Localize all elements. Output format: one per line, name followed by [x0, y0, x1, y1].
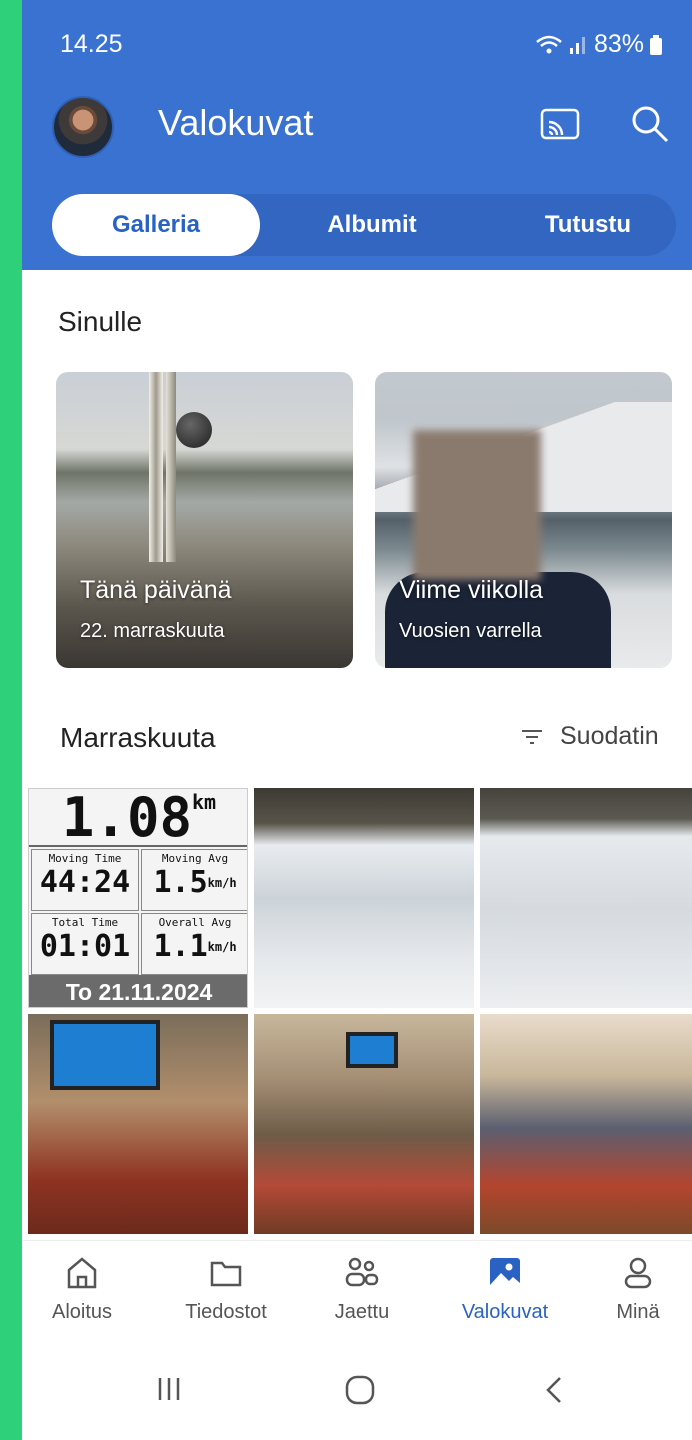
- blurred-face: [413, 430, 541, 580]
- photo-tree: [149, 372, 163, 562]
- recent-apps-icon[interactable]: [154, 1374, 184, 1404]
- tab-explore[interactable]: Tutustu: [500, 194, 676, 256]
- filter-icon: [522, 729, 542, 744]
- gps-distance: 1.08km: [29, 789, 247, 847]
- gps-date: To 21.11.2024: [29, 975, 247, 1007]
- memory-card-title: Tänä päivänä: [80, 576, 232, 604]
- wifi-icon: [536, 35, 562, 53]
- battery-percent: 83%: [593, 30, 644, 58]
- nav-home[interactable]: Aloitus: [22, 1255, 142, 1324]
- nav-label: Minä: [616, 1301, 660, 1323]
- memory-card-today[interactable]: Tänä päivänä 22. marraskuuta: [56, 372, 353, 668]
- nav-label: Valokuvat: [461, 1301, 549, 1323]
- status-time: 14.25: [60, 30, 123, 58]
- tab-gallery[interactable]: Galleria: [52, 194, 260, 256]
- nav-files[interactable]: Tiedostot: [166, 1255, 286, 1324]
- photo-tree: [166, 372, 176, 562]
- photo-thumbnail[interactable]: [480, 1014, 692, 1234]
- projector-screen: [346, 1032, 398, 1068]
- section-title-month: Marraskuuta: [60, 722, 216, 753]
- gps-stat: Moving Avg 1.5km/h: [141, 849, 247, 911]
- tab-bar: Galleria Albumit Tutustu: [52, 194, 676, 256]
- profile-icon: [624, 1257, 652, 1289]
- folder-icon: [210, 1261, 242, 1287]
- page-title: Valokuvat: [158, 102, 314, 143]
- memory-card-last-week[interactable]: Viime viikolla Vuosien varrella: [375, 372, 672, 668]
- nav-label: Aloitus: [51, 1301, 113, 1323]
- home-button-icon[interactable]: [344, 1374, 376, 1406]
- memory-card-subtitle: Vuosien varrella: [399, 620, 542, 642]
- nav-photos[interactable]: Valokuvat: [440, 1255, 570, 1324]
- photo-thumbnail[interactable]: [254, 788, 474, 1008]
- bottom-navigation: Aloitus Tiedostot Jaettu Valokuvat Minä: [22, 1240, 692, 1350]
- photo-thumbnail[interactable]: [480, 788, 692, 1008]
- gps-stat: Overall Avg 1.1km/h: [141, 913, 247, 975]
- phone-screen: 14.25 83% Valokuvat Galleria Albumit Tut…: [22, 0, 692, 1440]
- photo-thumbnail[interactable]: [254, 1014, 474, 1234]
- status-indicators: 83%: [536, 30, 662, 59]
- avatar[interactable]: [52, 96, 114, 158]
- photo-ball: [176, 412, 212, 448]
- app-header: 14.25 83% Valokuvat Galleria Albumit Tut…: [22, 0, 692, 270]
- home-icon: [67, 1257, 97, 1289]
- nav-label: Jaettu: [334, 1301, 390, 1323]
- photo-thumbnail[interactable]: 1.08km Moving Time 44:24 Moving Avg 1.5k…: [28, 788, 248, 1008]
- back-icon[interactable]: [542, 1374, 566, 1406]
- search-icon[interactable]: [630, 104, 670, 144]
- memory-card-subtitle: 22. marraskuuta: [80, 620, 225, 642]
- system-navigation-bar: [22, 1350, 692, 1440]
- nav-label: Tiedostot: [185, 1301, 267, 1323]
- memory-card-title: Viime viikolla: [399, 576, 544, 604]
- tab-albums[interactable]: Albumit: [292, 194, 452, 256]
- gps-stat: Total Time 01:01: [31, 913, 139, 975]
- filter-label: Suodatin: [560, 722, 659, 750]
- shared-icon: [345, 1257, 379, 1287]
- projector-screen: [50, 1020, 160, 1090]
- section-title-for-you: Sinulle: [58, 306, 143, 337]
- gps-stat: Moving Time 44:24: [31, 849, 139, 911]
- photo-thumbnail[interactable]: [28, 1014, 248, 1234]
- photos-icon: [490, 1258, 520, 1288]
- nav-shared[interactable]: Jaettu: [302, 1255, 422, 1324]
- nav-me[interactable]: Minä: [578, 1255, 692, 1324]
- signal-icon: [569, 36, 585, 54]
- battery-icon: [650, 34, 662, 55]
- filter-button[interactable]: Suodatin: [522, 722, 659, 751]
- cast-icon[interactable]: [540, 108, 580, 140]
